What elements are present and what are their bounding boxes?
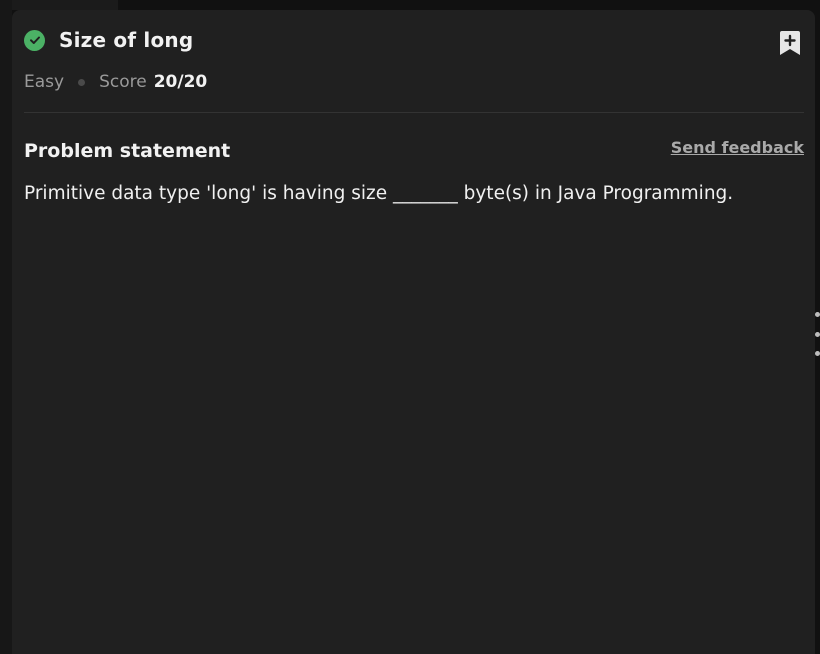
send-feedback-link[interactable]: Send feedback: [671, 138, 804, 157]
header-divider: [24, 112, 804, 113]
bookmark-plus-icon[interactable]: [779, 30, 801, 57]
problem-title: Size of long: [59, 28, 194, 52]
left-sidebar-strip: [0, 0, 12, 654]
score-label: Score: [99, 72, 147, 92]
problem-header: Size of long Easy Score 20/20: [24, 28, 803, 114]
app-frame: Size of long Easy Score 20/20 Problem st…: [0, 0, 820, 654]
handle-dot: [815, 331, 820, 337]
title-row: Size of long: [24, 28, 193, 52]
drag-handle-icon[interactable]: [814, 312, 820, 356]
problem-meta: Easy Score 20/20: [24, 72, 207, 92]
check-circle-icon: [24, 29, 45, 51]
problem-panel: Size of long Easy Score 20/20: [12, 10, 815, 654]
handle-dot: [815, 312, 820, 317]
top-tab-indicator[interactable]: [12, 0, 118, 10]
score-value: 20/20: [153, 72, 208, 92]
section-title: Problem statement: [24, 140, 231, 162]
handle-dot: [815, 351, 820, 356]
difficulty-label: Easy: [24, 72, 65, 92]
problem-statement: Primitive data type 'long' is having siz…: [24, 183, 734, 204]
separator-dot: [78, 78, 86, 86]
